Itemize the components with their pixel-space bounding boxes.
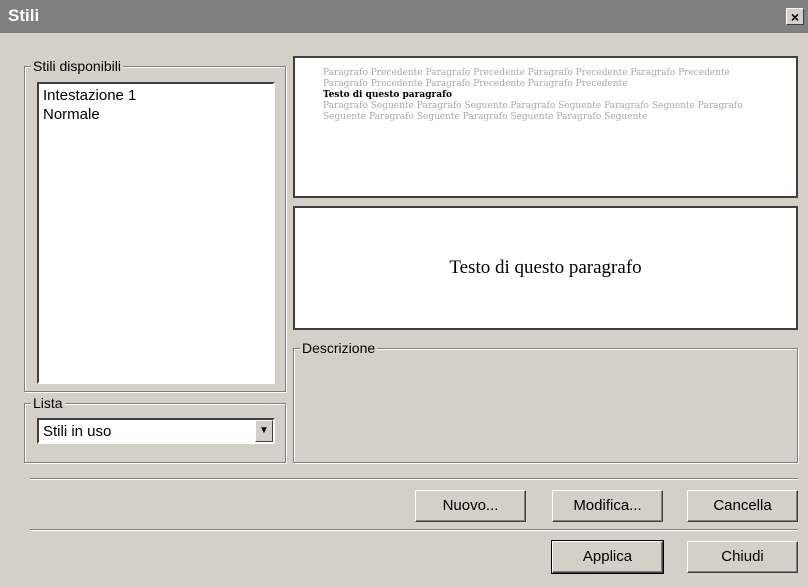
previous-paragraph-text: Paragrafo Precedente Paragrafo Precedent… — [323, 68, 730, 89]
close-icon[interactable]: × — [786, 8, 804, 25]
list-item[interactable]: Normale — [43, 105, 269, 124]
close-button[interactable]: Chiudi — [687, 541, 798, 573]
description-label: Descrizione — [300, 340, 378, 356]
modify-button[interactable]: Modifica... — [552, 490, 663, 522]
separator — [30, 529, 798, 531]
current-paragraph-text: Testo di questo paragrafo — [323, 90, 452, 100]
separator — [30, 478, 798, 480]
preview-text: Paragrafo Precedente Paragrafo Precedent… — [323, 68, 776, 123]
paragraph-preview: Paragrafo Precedente Paragrafo Precedent… — [293, 56, 798, 198]
list-select[interactable]: Stili in uso ▼ — [37, 418, 275, 444]
window-title: Stili — [8, 6, 40, 25]
list-select-value: Stili in uso — [43, 423, 112, 440]
title-bar: Stili × — [0, 0, 808, 33]
font-preview: Testo di questo paragrafo — [293, 206, 798, 330]
list-label: Lista — [31, 395, 65, 411]
delete-button[interactable]: Cancella — [687, 490, 798, 522]
styles-listbox[interactable]: Intestazione 1 Normale — [37, 82, 275, 384]
available-styles-label: Stili disponibili — [31, 58, 123, 74]
following-paragraph-text: Paragrafo Seguente Paragrafo Seguente Pa… — [323, 101, 743, 122]
font-sample-text: Testo di questo paragrafo — [449, 257, 642, 278]
list-item[interactable]: Intestazione 1 — [43, 86, 269, 105]
apply-button[interactable]: Applica — [551, 540, 664, 574]
new-button[interactable]: Nuovo... — [415, 490, 526, 522]
description-group: Descrizione — [293, 340, 798, 463]
chevron-down-icon[interactable]: ▼ — [255, 420, 273, 442]
